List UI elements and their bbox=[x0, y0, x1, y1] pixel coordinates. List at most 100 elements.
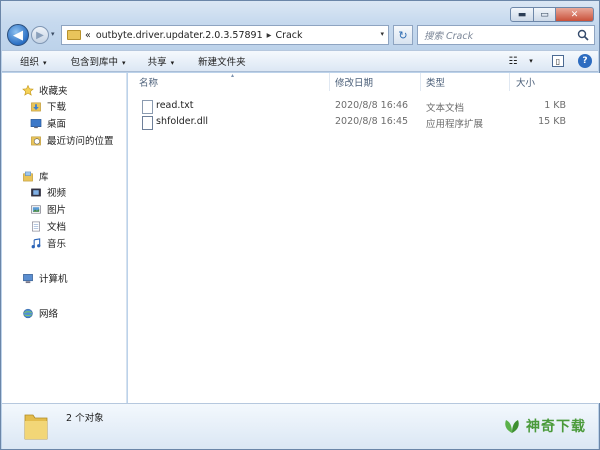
column-header-name[interactable]: 名称 bbox=[139, 73, 329, 91]
sidebar-item-favorites[interactable]: 收藏夹 bbox=[22, 82, 68, 98]
organize-label: 组织 bbox=[20, 57, 40, 68]
file-date: 2020/8/8 16:46 bbox=[335, 100, 409, 111]
computer-icon bbox=[23, 273, 33, 283]
search-icon[interactable] bbox=[577, 29, 589, 41]
sidebar-item-pictures[interactable]: 图片 bbox=[30, 201, 66, 217]
caption-buttons: ▬ ▭ ✕ bbox=[510, 7, 594, 22]
file-size: 15 KB bbox=[538, 116, 566, 127]
forward-button[interactable]: ▶ bbox=[31, 26, 49, 44]
new-folder-button[interactable]: 新建文件夹 bbox=[184, 54, 256, 68]
sidebar-item-desktop[interactable]: 桌面 bbox=[30, 115, 66, 131]
file-type: 文本文档 bbox=[426, 103, 465, 114]
sidebar-item-videos[interactable]: 视频 bbox=[30, 184, 66, 200]
details-pane: 2 个对象 神奇下载 bbox=[2, 403, 598, 449]
sidebar-item-label: 收藏夹 bbox=[39, 86, 68, 97]
folder-icon bbox=[24, 414, 48, 440]
view-options-dropdown[interactable]: ▾ bbox=[528, 54, 534, 68]
include-in-library-menu[interactable]: 包含到库中 ▾ bbox=[57, 54, 136, 68]
chevron-down-icon: ▾ bbox=[43, 59, 47, 67]
preview-pane-icon[interactable]: ▯ bbox=[552, 55, 564, 67]
sidebar-item-label: 文档 bbox=[47, 222, 67, 233]
address-bar[interactable]: « outbyte.driver.updater.2.0.3.57891 ▸ C… bbox=[61, 25, 389, 45]
network-icon bbox=[23, 308, 33, 318]
file-type: 应用程序扩展 bbox=[426, 119, 484, 130]
sidebar-item-label: 下载 bbox=[47, 102, 67, 113]
sidebar-item-recent[interactable]: 最近访问的位置 bbox=[30, 132, 114, 148]
organize-menu[interactable]: 组织 ▾ bbox=[2, 54, 57, 68]
address-dropdown-arrow[interactable]: ▾ bbox=[380, 30, 384, 38]
dll-file-icon bbox=[142, 116, 153, 130]
sidebar-item-label: 视频 bbox=[47, 188, 67, 199]
sidebar-item-label: 计算机 bbox=[39, 274, 68, 285]
column-header-type[interactable]: 类型 bbox=[426, 73, 511, 91]
column-header-size[interactable]: 大小 bbox=[516, 73, 576, 91]
sidebar-item-libraries[interactable]: 库 bbox=[22, 168, 49, 184]
recent-places-icon bbox=[31, 136, 41, 145]
refresh-icon: ↻ bbox=[398, 28, 408, 42]
sidebar-item-documents[interactable]: 文档 bbox=[30, 218, 66, 234]
close-button[interactable]: ✕ bbox=[556, 7, 594, 22]
back-button[interactable]: ◀ bbox=[7, 24, 29, 46]
leaf-logo-icon bbox=[505, 420, 519, 433]
view-controls: ☷ ▾ ▯ ? bbox=[506, 54, 592, 68]
navigation-row: ◀ ▶ ▾ « outbyte.driver.updater.2.0.3.578… bbox=[7, 24, 595, 46]
column-header-label: 修改日期 bbox=[335, 78, 374, 89]
videos-icon bbox=[31, 188, 41, 196]
breadcrumb-segment[interactable]: Crack bbox=[275, 30, 302, 41]
desktop-icon bbox=[30, 118, 42, 128]
sidebar-item-label: 最近访问的位置 bbox=[47, 136, 114, 147]
sidebar-item-label: 音乐 bbox=[47, 239, 67, 250]
include-in-library-label: 包含到库中 bbox=[70, 57, 119, 68]
documents-icon bbox=[32, 221, 40, 231]
libraries-icon bbox=[23, 171, 33, 181]
column-header-date[interactable]: 修改日期 bbox=[335, 73, 420, 91]
file-size: 1 KB bbox=[544, 100, 566, 111]
star-icon bbox=[22, 84, 34, 96]
text-file-icon bbox=[142, 100, 153, 114]
sidebar-item-label: 库 bbox=[39, 172, 49, 183]
folder-icon bbox=[67, 30, 81, 40]
sidebar-item-network[interactable]: 网络 bbox=[22, 305, 58, 321]
explorer-window: ▬ ▭ ✕ ◀ ▶ ▾ « outbyte.driver.updater.2.0… bbox=[0, 0, 600, 450]
file-row[interactable]: read.txt 2020/8/8 16:46 文本文档 1 KB bbox=[128, 98, 600, 114]
address-overflow-chevron[interactable]: « bbox=[85, 30, 91, 41]
sidebar-item-music[interactable]: 音乐 bbox=[30, 235, 66, 251]
search-input[interactable]: 搜索 Crack bbox=[417, 25, 595, 45]
maximize-button[interactable]: ▭ bbox=[534, 7, 556, 22]
column-header-label: 名称 bbox=[139, 78, 159, 89]
refresh-button[interactable]: ↻ bbox=[393, 25, 413, 45]
sidebar-item-downloads[interactable]: 下载 bbox=[30, 98, 66, 114]
downloads-folder-icon bbox=[31, 102, 41, 111]
share-label: 共享 bbox=[147, 57, 167, 68]
new-folder-label: 新建文件夹 bbox=[198, 57, 246, 68]
column-header-label: 类型 bbox=[426, 78, 446, 89]
music-icon bbox=[31, 237, 41, 248]
sidebar-item-label: 图片 bbox=[47, 205, 67, 216]
breadcrumb-segment[interactable]: outbyte.driver.updater.2.0.3.57891 bbox=[96, 30, 263, 41]
sidebar-item-computer[interactable]: 计算机 bbox=[22, 270, 68, 286]
command-bar: 组织 ▾ 包含到库中 ▾ 共享 ▾ 新建文件夹 ☷ ▾ ▯ ? bbox=[2, 50, 598, 72]
minimize-button[interactable]: ▬ bbox=[510, 7, 534, 22]
file-list: ▴ 名称 修改日期 类型 大小 read.txt 2020/8/8 16:46 … bbox=[128, 72, 600, 403]
breadcrumb-separator[interactable]: ▸ bbox=[267, 30, 272, 41]
change-view-icon[interactable]: ☷ bbox=[506, 54, 520, 68]
column-header-label: 大小 bbox=[516, 78, 536, 89]
help-icon[interactable]: ? bbox=[578, 54, 592, 68]
sidebar-item-label: 桌面 bbox=[47, 119, 67, 130]
item-count: 2 个对象 bbox=[66, 413, 104, 424]
file-name: read.txt bbox=[156, 100, 194, 111]
sidebar-item-label: 网络 bbox=[39, 309, 59, 320]
column-divider[interactable] bbox=[329, 73, 330, 91]
pictures-icon bbox=[31, 205, 41, 213]
chevron-down-icon: ▾ bbox=[122, 59, 126, 67]
watermark-logo: 神奇下载 bbox=[503, 416, 586, 436]
column-divider[interactable] bbox=[420, 73, 421, 91]
file-name: shfolder.dll bbox=[156, 116, 209, 127]
column-divider[interactable] bbox=[509, 73, 510, 91]
watermark-text: 神奇下载 bbox=[526, 419, 586, 435]
share-menu[interactable]: 共享 ▾ bbox=[136, 54, 185, 68]
recent-pages-dropdown[interactable]: ▾ bbox=[51, 30, 55, 38]
chevron-down-icon: ▾ bbox=[170, 59, 175, 67]
navigation-pane: 收藏夹 下载 桌面 最近访问的位置 库 视频 图片 文档 音乐 计算机 网络 bbox=[2, 73, 127, 403]
file-row[interactable]: shfolder.dll 2020/8/8 16:45 应用程序扩展 15 KB bbox=[128, 114, 600, 130]
